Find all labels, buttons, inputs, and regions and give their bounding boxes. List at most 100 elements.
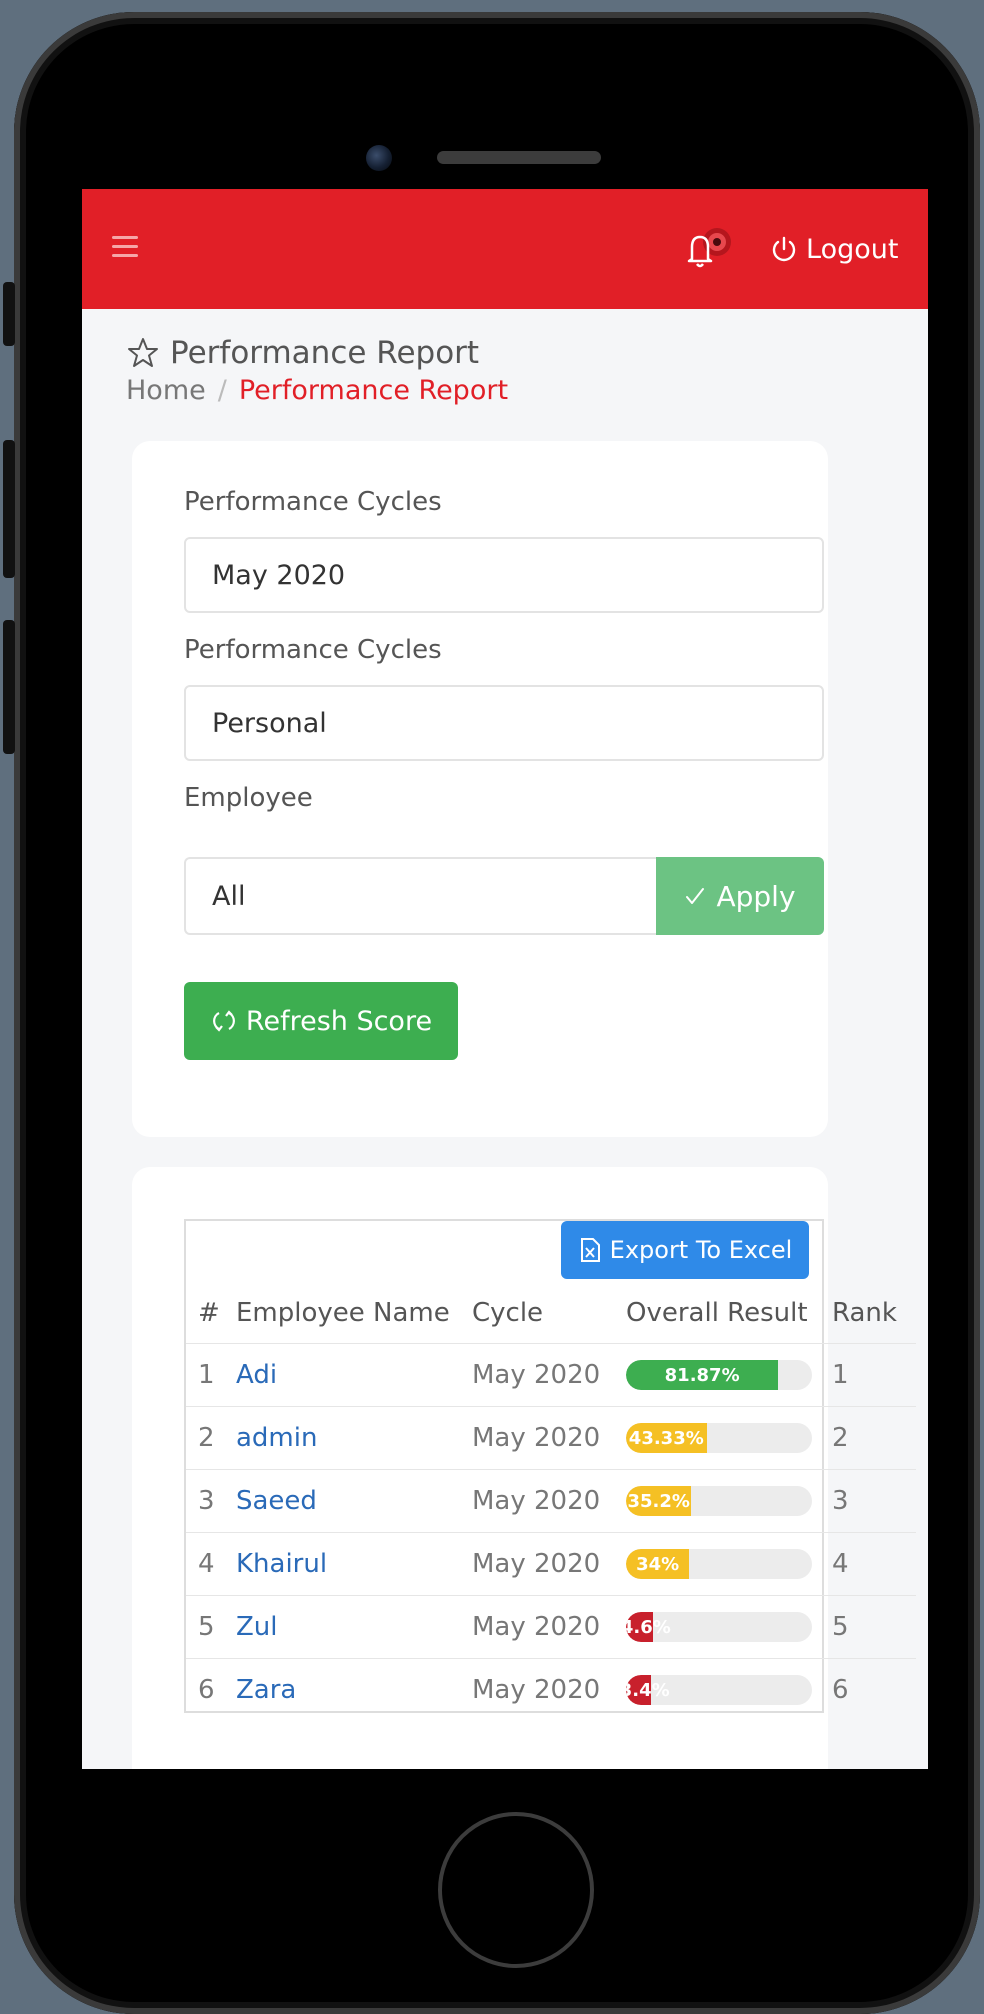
table-row: 6ZaraMay 202013.4%6 xyxy=(186,1658,916,1721)
breadcrumb-home[interactable]: Home xyxy=(126,375,206,406)
earpiece-speaker xyxy=(437,151,601,164)
progress-fill: 35.2% xyxy=(626,1486,692,1516)
progress-track: 81.87% xyxy=(626,1360,812,1390)
col-header-rank: Rank xyxy=(832,1298,897,1328)
top-navbar: Logout xyxy=(82,189,928,309)
employee-name-link[interactable]: Saeed xyxy=(236,1469,472,1533)
report-card: Export To Excel # Employee Name Cycle Ov… xyxy=(132,1167,916,1769)
col-header-cycle: Cycle xyxy=(472,1298,544,1328)
progress-track: 13.4% xyxy=(626,1675,812,1705)
employee-name[interactable]: Khairul xyxy=(236,1549,327,1579)
cycle-cell: May 2020 xyxy=(472,1532,626,1596)
employee-name[interactable]: Saeed xyxy=(236,1486,317,1516)
result-cell: 13.4% xyxy=(626,1658,832,1721)
bell-icon[interactable] xyxy=(682,225,732,271)
progress-track: 14.6% xyxy=(626,1612,812,1642)
filter-card: Performance Cycles May 2020 Performance … xyxy=(132,441,828,1137)
export-label: Export To Excel xyxy=(609,1236,793,1264)
page-title-text: Performance Report xyxy=(170,335,480,371)
hamburger-icon[interactable] xyxy=(112,236,138,258)
result-cell: 81.87% xyxy=(626,1343,832,1407)
table-header-row: # Employee Name Cycle Overall Result Ran… xyxy=(186,1283,916,1344)
apply-button[interactable]: Apply xyxy=(656,857,824,935)
progress-fill: 13.4% xyxy=(626,1675,670,1705)
row-number: 5 xyxy=(186,1595,236,1659)
result-cell: 14.6% xyxy=(626,1595,832,1659)
volume-up-button xyxy=(3,440,15,578)
table-row: 1 Adi May 2020 81.87% 1 xyxy=(186,1343,916,1407)
progress-track: 43.33% xyxy=(626,1423,812,1453)
row-number: 2 xyxy=(186,1406,236,1470)
employee-select[interactable]: All xyxy=(184,857,656,935)
employee-name-link[interactable]: Khairul xyxy=(236,1532,472,1596)
cycle-cell: May 2020 xyxy=(472,1469,626,1533)
result-cell: 35.2% xyxy=(626,1469,832,1533)
progress-track: 34% xyxy=(626,1549,812,1579)
progress-fill: 81.87% xyxy=(626,1360,779,1390)
table-row: 3 Saeed May 2020 35.2% 3 xyxy=(186,1469,916,1533)
col-header-employee-name: Employee Name xyxy=(236,1298,450,1328)
page-title: Performance Report xyxy=(126,335,479,371)
rank-cell: 1 xyxy=(832,1343,916,1407)
logout-label: Logout xyxy=(806,233,899,265)
cycle-select[interactable]: May 2020 xyxy=(184,537,824,613)
rank-cell: 3 xyxy=(832,1469,916,1533)
home-button[interactable] xyxy=(438,1812,594,1968)
employee-name[interactable]: admin xyxy=(236,1423,317,1453)
rank-cell: 6 xyxy=(832,1658,916,1721)
refresh-score-button[interactable]: Refresh Score xyxy=(184,982,458,1060)
progress-fill: 43.33% xyxy=(626,1423,707,1453)
apply-label: Apply xyxy=(716,879,796,913)
report-table-container: Export To Excel # Employee Name Cycle Ov… xyxy=(184,1219,916,1721)
progress-fill: 14.6% xyxy=(626,1612,671,1642)
refresh-icon xyxy=(212,1010,235,1032)
result-cell: 43.33% xyxy=(626,1406,832,1470)
rank-cell: 4 xyxy=(832,1532,916,1596)
row-number: 3 xyxy=(186,1469,236,1533)
cycle-cell: May 2020 xyxy=(472,1343,626,1407)
mute-switch xyxy=(3,282,15,346)
employee-name-link[interactable]: Adi xyxy=(236,1343,472,1407)
breadcrumb: Home / Performance Report xyxy=(126,375,508,406)
result-cell: 34% xyxy=(626,1532,832,1596)
cycle-cell: May 2020 xyxy=(472,1658,626,1721)
rank-cell: 5 xyxy=(832,1595,916,1659)
employee-name[interactable]: Zul xyxy=(236,1612,278,1642)
row-number: 4 xyxy=(186,1532,236,1596)
row-number: 1 xyxy=(186,1343,236,1407)
rank-cell: 2 xyxy=(832,1406,916,1470)
employee-name-link[interactable]: Zara xyxy=(236,1658,472,1721)
table-row: 4 Khairul May 2020 34% 4 xyxy=(186,1532,916,1596)
progress-fill: 34% xyxy=(626,1549,690,1579)
breadcrumb-current: Performance Report xyxy=(238,375,509,406)
employee-name[interactable]: Zara xyxy=(236,1675,296,1705)
progress-track: 35.2% xyxy=(626,1486,812,1516)
col-header-overall-result: Overall Result xyxy=(626,1298,808,1328)
app-screen: Logout Performance Report Home / Performan… xyxy=(82,189,928,1769)
cycle-cell: May 2020 xyxy=(472,1406,626,1470)
table-row: 5ZulMay 202014.6%5 xyxy=(186,1595,916,1659)
employee-label: Employee xyxy=(184,783,313,813)
volume-down-button xyxy=(3,620,15,754)
employee-name-link[interactable]: Zul xyxy=(236,1595,472,1659)
col-header-number: # xyxy=(198,1298,220,1328)
star-outline-icon xyxy=(128,338,158,367)
table-row: 2 admin May 2020 43.33% 2 xyxy=(186,1406,916,1470)
employee-input-group: All Apply xyxy=(184,857,824,935)
type-label: Performance Cycles xyxy=(184,635,442,665)
performance-table: # Employee Name Cycle Overall Result Ran… xyxy=(186,1283,916,1721)
type-select[interactable]: Personal xyxy=(184,685,824,761)
row-number: 6 xyxy=(186,1658,236,1721)
refresh-label: Refresh Score xyxy=(245,1005,433,1037)
logout-button[interactable]: Logout xyxy=(770,227,898,271)
front-camera xyxy=(366,145,392,171)
employee-name[interactable]: Adi xyxy=(236,1360,277,1390)
breadcrumb-separator: / xyxy=(217,375,227,406)
cycle-cell: May 2020 xyxy=(472,1595,626,1659)
employee-name-link[interactable]: admin xyxy=(236,1406,472,1470)
excel-file-icon xyxy=(580,1238,600,1262)
power-icon xyxy=(772,236,796,262)
check-icon xyxy=(686,888,705,904)
cycle-label: Performance Cycles xyxy=(184,487,442,517)
export-excel-button[interactable]: Export To Excel xyxy=(561,1221,809,1279)
